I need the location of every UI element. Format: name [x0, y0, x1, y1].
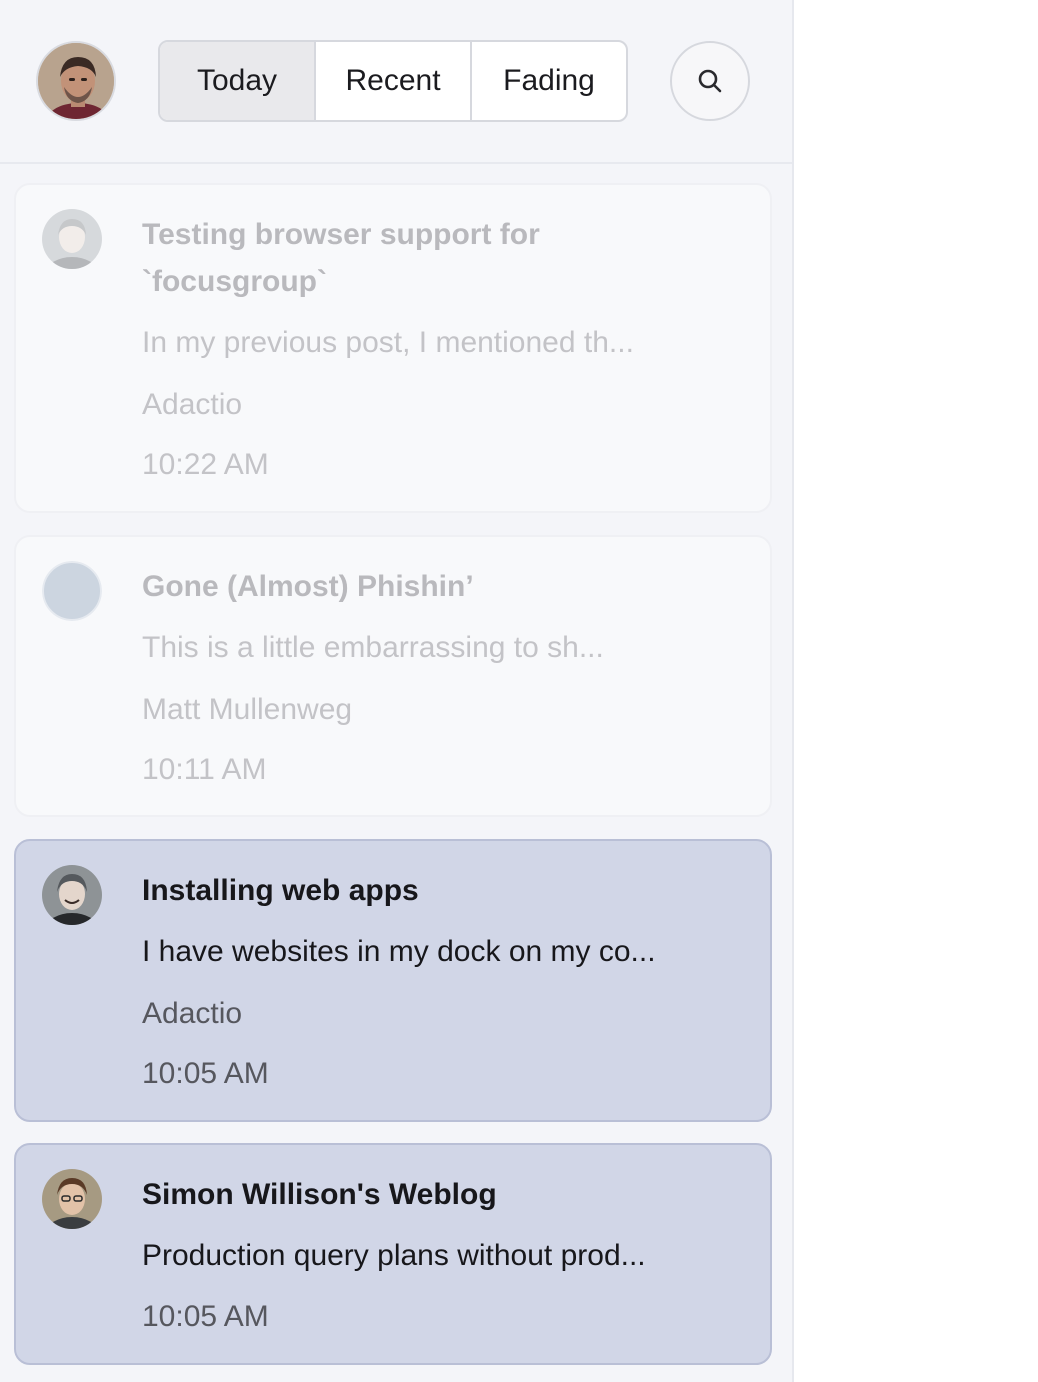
item-excerpt: I have websites in my dock on my co...: [142, 935, 656, 968]
tab-fading[interactable]: Fading: [472, 42, 626, 120]
search-icon: [698, 69, 722, 93]
item-excerpt: In my previous post, I mentioned th...: [142, 326, 634, 359]
item-time: 10:05 AM: [142, 1300, 269, 1333]
item-title: Installing web apps: [142, 874, 419, 907]
item-author: Adactio: [142, 997, 243, 1030]
author-avatar-icon: [42, 1169, 102, 1229]
feed-item[interactable]: Installing web apps I have websites in m…: [14, 839, 772, 1122]
author-avatar: [42, 209, 102, 269]
tab-today[interactable]: Today: [160, 42, 316, 120]
item-author: Adactio: [142, 388, 243, 421]
item-time: 10:11 AM: [142, 753, 267, 786]
item-excerpt: This is a little embarrassing to sh...: [142, 631, 604, 664]
item-title: Gone (Almost) Phishin’: [142, 570, 474, 603]
profile-avatar[interactable]: [36, 41, 116, 121]
author-avatar-icon: [42, 209, 102, 269]
item-time: 10:22 AM: [142, 448, 269, 481]
author-avatar: [42, 561, 102, 621]
item-title: Simon Willison's Weblog: [142, 1178, 497, 1211]
user-avatar-icon: [38, 43, 114, 119]
item-time: 10:05 AM: [142, 1057, 269, 1090]
author-avatar: [42, 1169, 102, 1229]
tab-recent[interactable]: Recent: [316, 42, 472, 120]
feed-item[interactable]: Testing browser support for `focusgroup`…: [14, 183, 772, 513]
feed-panel: Today Recent Fading Testing browser supp…: [0, 0, 794, 1382]
item-title: Testing browser support for `focusgroup`: [142, 218, 540, 298]
author-avatar-icon: [42, 865, 102, 925]
search-button[interactable]: [670, 41, 750, 121]
author-avatar: [42, 865, 102, 925]
item-author: Matt Mullenweg: [142, 693, 353, 726]
feed-item[interactable]: Simon Willison's Weblog Production query…: [14, 1143, 772, 1365]
author-avatar-icon: [42, 561, 102, 621]
feed-header: Today Recent Fading: [0, 0, 792, 164]
view-tabs: Today Recent Fading: [158, 40, 628, 122]
feed-item[interactable]: Gone (Almost) Phishin’ This is a little …: [14, 535, 772, 817]
item-excerpt: Production query plans without prod...: [142, 1239, 646, 1272]
